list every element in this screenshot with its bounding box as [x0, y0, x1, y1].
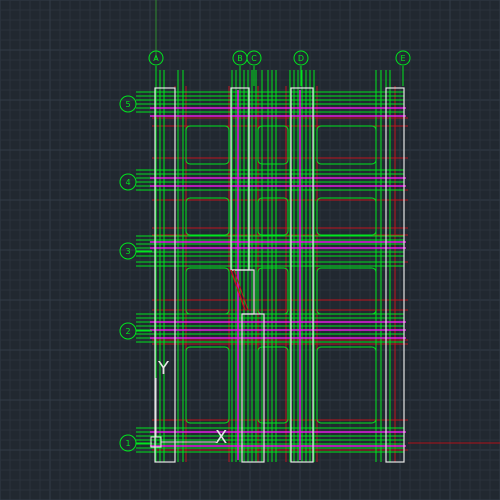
grid-bubble-5-label: 5: [125, 100, 130, 109]
grid-bubble-d-label: D: [298, 54, 304, 63]
grid-bubble-4-label: 4: [125, 178, 130, 187]
grid-bubble-a-label: A: [153, 54, 159, 63]
grid-bubble-1-label: 1: [125, 439, 130, 448]
ucs-x-label: X: [215, 427, 227, 448]
ucs-y-label: Y: [157, 358, 170, 379]
grid-bubble-3-label: 3: [125, 247, 130, 256]
grid-bubble-b-label: B: [237, 54, 243, 63]
grid-bubble-e-label: E: [400, 54, 405, 63]
cad-drawing-canvas[interactable]: A B C D E 5 4 3 2 1 Y X: [0, 0, 500, 500]
grid-bubble-2-label: 2: [125, 327, 130, 336]
grid-bubble-c-label: C: [251, 54, 257, 63]
